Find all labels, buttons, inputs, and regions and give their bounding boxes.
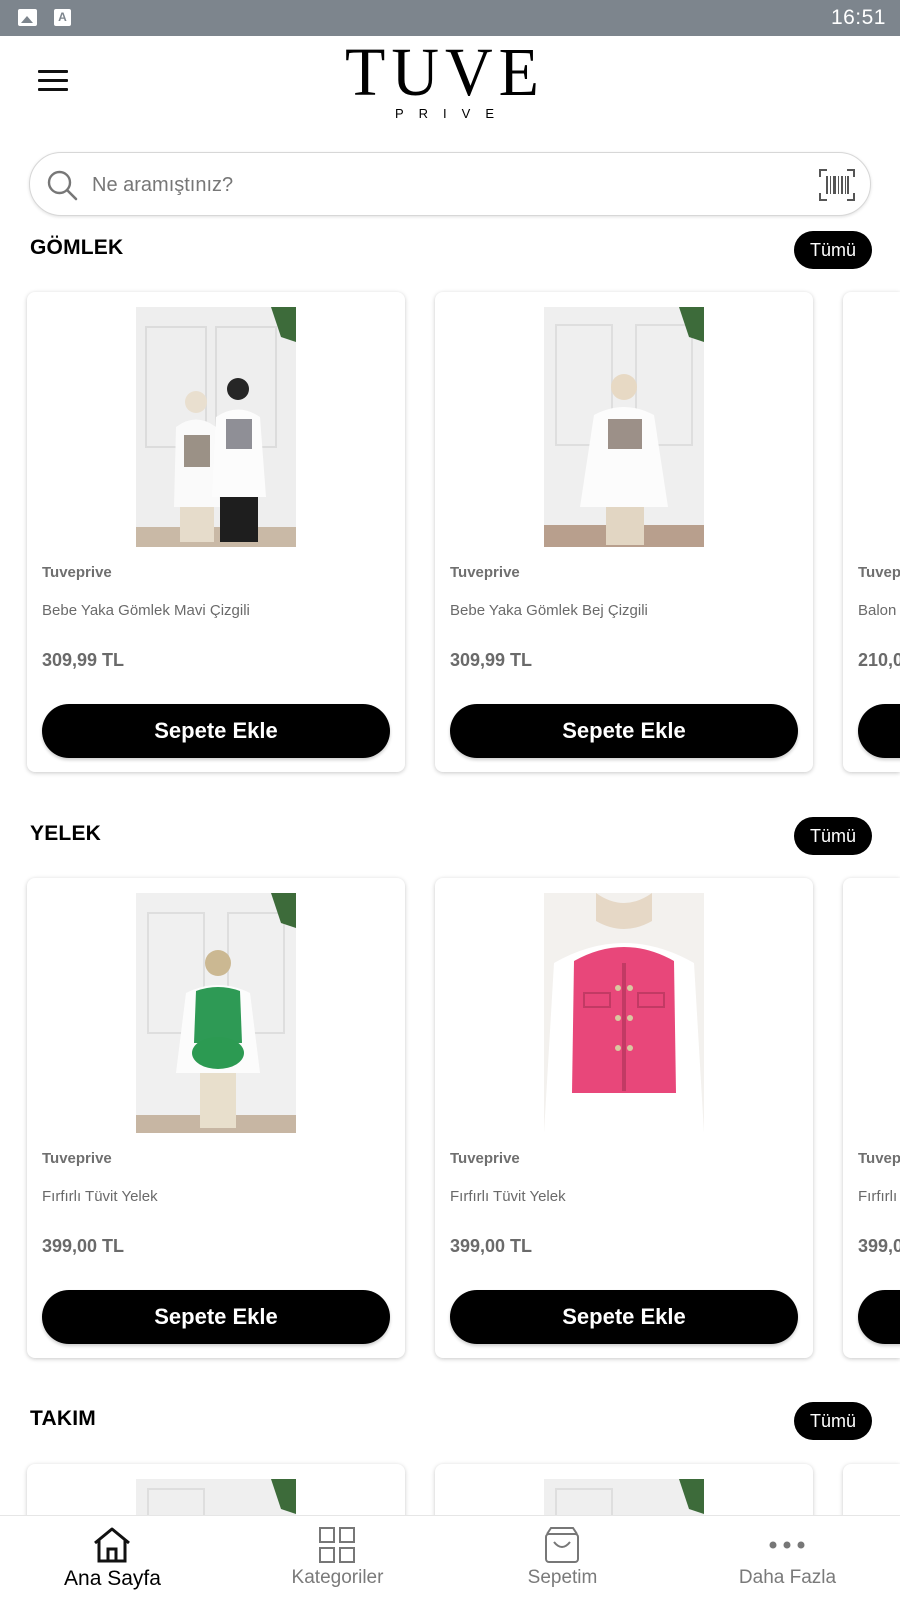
product-brand: Tuvep [858, 1150, 900, 1167]
product-name[interactable]: Bebe Yaka Gömlek Bej Çizgili [450, 602, 648, 619]
see-all-gomlek-button[interactable]: Tümü [794, 231, 872, 269]
product-image[interactable] [544, 893, 704, 1133]
product-name[interactable]: Fırfırlı [858, 1188, 897, 1205]
product-brand: Tuveprive [42, 564, 112, 581]
search-icon [47, 170, 78, 201]
section-title-gomlek: GÖMLEK [30, 236, 124, 259]
product-name[interactable]: Fırfırlı Tüvit Yelek [42, 1188, 158, 1205]
nav-label: Kategoriler [291, 1567, 384, 1588]
product-card[interactable]: Tuveprive Bebe Yaka Gömlek Bej Çizgili 3… [435, 292, 813, 772]
section-title-takim: TAKIM [30, 1407, 96, 1430]
barcode-scan-icon[interactable] [818, 168, 856, 202]
product-card[interactable]: Tuveprive Fırfırlı Tüvit Yelek 399,00 TL… [27, 878, 405, 1358]
product-image[interactable] [544, 307, 704, 547]
product-brand: Tuveprive [42, 1150, 112, 1167]
nav-label: Daha Fazla [738, 1567, 837, 1588]
nav-more[interactable]: Daha Fazla [675, 1516, 900, 1600]
product-name[interactable]: Fırfırlı Tüvit Yelek [450, 1188, 566, 1205]
a-icon: A [54, 9, 71, 26]
nav-label: Ana Sayfa [64, 1567, 161, 1590]
shopping-bag-icon [545, 1527, 579, 1563]
product-card[interactable]: Tuveprive Bebe Yaka Gömlek Mavi Çizgili … [27, 292, 405, 772]
add-to-cart-button[interactable]: Sepete Ekle [450, 1290, 798, 1344]
product-name[interactable]: Balon [858, 602, 896, 619]
see-all-takim-button[interactable]: Tümü [794, 1402, 872, 1440]
search-input[interactable] [92, 169, 772, 201]
product-price: 309,99 TL [450, 650, 533, 670]
bottom-navigation: Ana Sayfa Kategoriler Sepetim Daha Fazla [0, 1515, 900, 1600]
image-icon [18, 9, 37, 26]
home-icon [94, 1527, 130, 1563]
product-brand: Tuveprive [450, 1150, 520, 1167]
add-to-cart-button[interactable]: Sepete Ekle [450, 704, 798, 758]
product-brand: Tuvep [858, 564, 900, 581]
see-all-yelek-button[interactable]: Tümü [794, 817, 872, 855]
product-name[interactable]: Bebe Yaka Gömlek Mavi Çizgili [42, 602, 250, 619]
nav-home[interactable]: Ana Sayfa [0, 1516, 225, 1600]
nav-cart[interactable]: Sepetim [450, 1516, 675, 1600]
product-price: 309,99 TL [42, 650, 125, 670]
more-dots-icon [769, 1541, 805, 1549]
product-image[interactable] [136, 307, 296, 547]
add-to-cart-button[interactable]: Sepete Ekle [42, 1290, 390, 1344]
product-card[interactable]: Tuveprive Fırfırlı Tüvit Yelek 399,00 TL… [435, 878, 813, 1358]
add-to-cart-button[interactable]: Sepete Ekle [42, 704, 390, 758]
section-title-yelek: YELEK [30, 822, 102, 845]
product-brand: Tuveprive [450, 564, 520, 581]
status-bar: A 16:51 [0, 0, 900, 36]
brand-logo[interactable]: TUVE PRIVE [330, 34, 560, 121]
grid-icon [319, 1527, 355, 1563]
product-card[interactable]: Tuvep Balon 210,0 [843, 292, 900, 772]
product-card[interactable]: Tuvep Fırfırlı 399,0 [843, 878, 900, 1358]
product-price: 399,00 TL [450, 1236, 533, 1256]
logo-main-text: TUVE [345, 34, 545, 111]
nav-label: Sepetim [527, 1567, 598, 1588]
product-price: 210,0 [858, 650, 900, 670]
hamburger-menu-icon[interactable] [38, 70, 70, 96]
add-to-cart-button[interactable] [858, 704, 900, 758]
product-price: 399,0 [858, 1236, 900, 1256]
status-time: 16:51 [830, 6, 886, 29]
product-price: 399,00 TL [42, 1236, 125, 1256]
nav-categories[interactable]: Kategoriler [225, 1516, 450, 1600]
search-bar[interactable] [29, 152, 871, 216]
add-to-cart-button[interactable] [858, 1290, 900, 1344]
product-image[interactable] [136, 893, 296, 1133]
